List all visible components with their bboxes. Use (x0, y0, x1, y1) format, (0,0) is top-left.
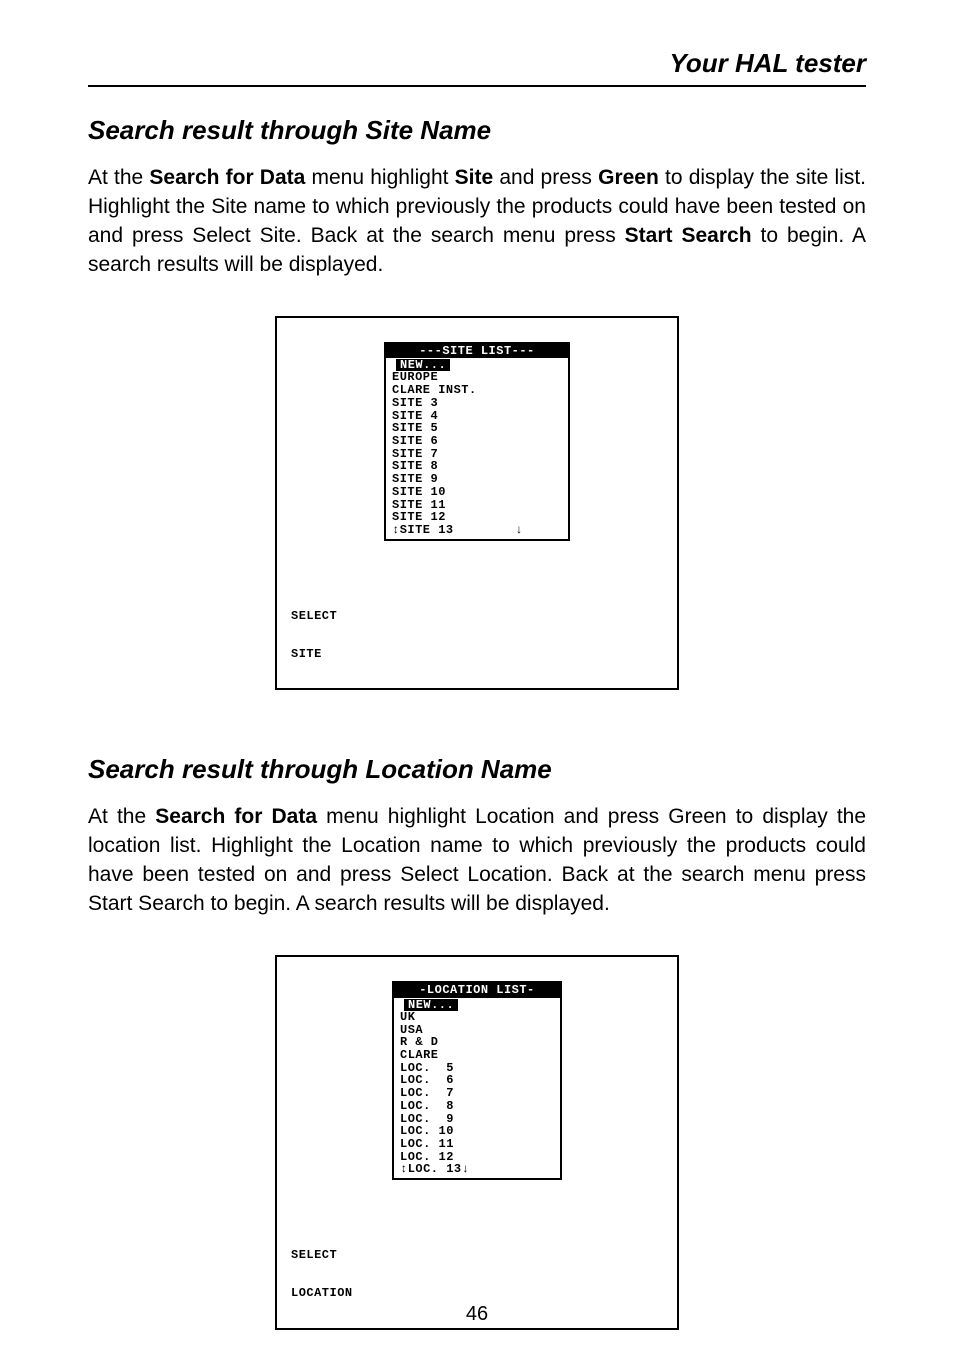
softkey-line: SELECT (291, 1249, 665, 1262)
site-list-item[interactable]: CLARE INST. (392, 384, 562, 397)
location-list-item[interactable]: ↕LOC. 13↓ (400, 1163, 554, 1176)
location-list-item[interactable]: CLARE (400, 1049, 554, 1062)
section2-paragraph: At the Search for Data menu highlight Lo… (88, 803, 866, 919)
location-list-box: -LOCATION LIST- NEW... UK USA R & D CLAR… (392, 981, 562, 1180)
section1-paragraph: At the Search for Data menu highlight Si… (88, 164, 866, 280)
site-list-item[interactable]: SITE 6 (392, 435, 562, 448)
site-list-item[interactable]: ↕SITE 13 ↓ (392, 524, 562, 537)
section1-heading: Search result through Site Name (88, 115, 866, 146)
softkey-line: SELECT (291, 610, 665, 623)
bold-green: Green (598, 166, 659, 189)
page-header-title: Your HAL tester (88, 48, 866, 87)
para-text: and press (493, 166, 598, 189)
site-list-item[interactable]: SITE 9 (392, 473, 562, 486)
location-list-item[interactable]: LOC. 8 (400, 1100, 554, 1113)
softkey-select-site[interactable]: SELECT SITE (289, 585, 665, 686)
lcd-screen-location-list: -LOCATION LIST- NEW... UK USA R & D CLAR… (275, 955, 679, 1330)
location-list-title: -LOCATION LIST- (394, 983, 560, 997)
site-list-box: ---SITE LIST--- NEW... EUROPE CLARE INST… (384, 342, 570, 541)
bold-search-for-data: Search for Data (149, 166, 305, 189)
softkey-line: LOCATION (291, 1287, 665, 1300)
section2-heading: Search result through Location Name (88, 754, 866, 785)
location-list-item[interactable]: LOC. 7 (400, 1087, 554, 1100)
lcd-screen-site-list: ---SITE LIST--- NEW... EUROPE CLARE INST… (275, 316, 679, 691)
bold-search-for-data: Search for Data (155, 805, 317, 828)
para-text: At the (88, 805, 155, 828)
para-text: menu highlight (305, 166, 454, 189)
page-number: 46 (0, 1303, 954, 1326)
site-list-title: ---SITE LIST--- (386, 344, 568, 358)
softkey-line: SITE (291, 648, 665, 661)
bold-start-search: Start Search (625, 224, 752, 247)
location-list-item[interactable]: UK (400, 1011, 554, 1024)
location-list-item[interactable]: LOC. 11 (400, 1138, 554, 1151)
site-list-item[interactable]: SITE 3 (392, 397, 562, 410)
para-text: At the (88, 166, 149, 189)
bold-site: Site (455, 166, 494, 189)
site-list-item[interactable]: SITE 10 (392, 486, 562, 499)
location-list-selected-item[interactable]: NEW... (404, 999, 458, 1011)
